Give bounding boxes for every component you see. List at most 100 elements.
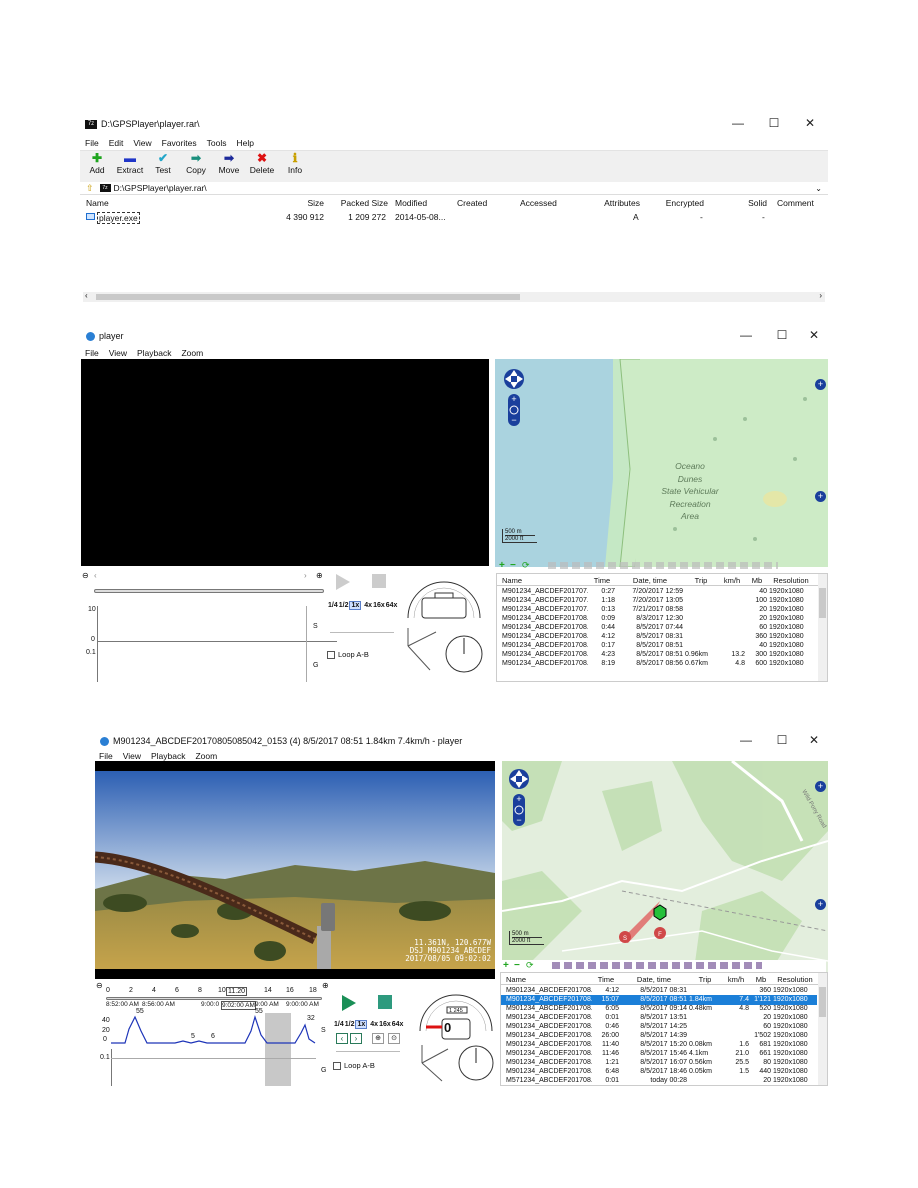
maximize-button[interactable]: ☐: [764, 733, 800, 747]
speed-option[interactable]: 64x: [386, 602, 398, 609]
list-column-header[interactable]: km/h: [719, 576, 745, 585]
speed-option[interactable]: 4x: [364, 602, 372, 609]
loop-ab-checkbox[interactable]: Loop A-B: [333, 1061, 375, 1071]
zoom-search-icon[interactable]: ⊙: [388, 1033, 400, 1044]
volume-slider[interactable]: [336, 1051, 400, 1052]
speed-option[interactable]: 4x: [370, 1021, 378, 1028]
column-header[interactable]: Comment: [777, 198, 825, 208]
path-input[interactable]: D:\GPSPlayer\player.rar\: [114, 183, 207, 193]
toolbar-button[interactable]: ▬ Extract: [114, 152, 146, 176]
toolbar-button[interactable]: ➡ Copy: [180, 152, 212, 176]
position-slider[interactable]: [94, 589, 324, 593]
list-column-header[interactable]: Time: [589, 576, 615, 585]
toolbar-button[interactable]: ℹ Info: [279, 152, 311, 176]
scroll-right-icon[interactable]: ›: [819, 291, 822, 300]
list-item[interactable]: M571234_ABCDEF201708... 0:01 today 00:28 20…: [501, 1076, 817, 1086]
zoom-in-icon[interactable]: ⊕: [316, 571, 323, 580]
map-layer-button-top[interactable]: +: [815, 781, 826, 792]
position-slider[interactable]: [106, 997, 322, 1000]
speed-selector[interactable]: 1/41/2 1x 4x16x64x: [328, 601, 398, 610]
list-column-header[interactable]: Trip: [685, 576, 717, 585]
close-button[interactable]: ✕: [792, 116, 828, 130]
toolbar-button[interactable]: ✔ Test: [147, 152, 179, 176]
stop-button[interactable]: [372, 574, 386, 588]
chevron-down-icon[interactable]: ⌄: [815, 184, 822, 193]
toolbar-button[interactable]: ✚ Add: [81, 152, 113, 176]
file-list[interactable]: Name Time Date, time Trip km/h Mb Resolution M9…: [496, 573, 828, 682]
add-icon[interactable]: +: [499, 560, 505, 571]
menu-item[interactable]: View: [133, 138, 151, 148]
map-pan-control[interactable]: + −: [503, 367, 525, 429]
map-view[interactable]: + − + + Oceano Dunes State Vehicular Rec…: [495, 359, 828, 567]
speed-option[interactable]: 1/2: [345, 1021, 355, 1028]
zoom-out-icon[interactable]: ⊖: [82, 571, 89, 580]
volume-slider[interactable]: [330, 632, 394, 633]
scroll-thumb[interactable]: [819, 987, 826, 1017]
speed-selector[interactable]: 1/41/2 1x 4x16x64x: [334, 1020, 404, 1029]
menu-item[interactable]: View: [109, 348, 127, 358]
minimize-button[interactable]: —: [728, 733, 764, 747]
up-folder-icon[interactable]: ⇧: [86, 183, 94, 194]
remove-icon[interactable]: −: [510, 560, 516, 571]
map-pan-control[interactable]: + −: [508, 767, 530, 829]
list-column-header[interactable]: Name: [502, 576, 588, 585]
speed-option[interactable]: 1/4: [328, 602, 338, 609]
menu-item[interactable]: Tools: [207, 138, 227, 148]
zoom-out-icon[interactable]: ⊖: [96, 981, 103, 990]
speed-option[interactable]: 16x: [379, 1021, 391, 1028]
scroll-left-icon[interactable]: ‹: [85, 291, 88, 300]
speed-option[interactable]: 64x: [392, 1021, 404, 1028]
maximize-button[interactable]: ☐: [756, 116, 792, 130]
speed-option[interactable]: 1/2: [339, 602, 349, 609]
menu-item[interactable]: Favorites: [162, 138, 197, 148]
list-column-header[interactable]: Mb: [747, 576, 767, 585]
menu-item[interactable]: Edit: [109, 138, 124, 148]
list-column-header[interactable]: Trip: [689, 975, 721, 984]
scroll-right-icon[interactable]: ›: [304, 571, 307, 580]
refresh-icon[interactable]: ⟳: [522, 560, 530, 571]
play-button[interactable]: [336, 574, 350, 590]
column-header[interactable]: Attributes: [598, 198, 640, 208]
list-column-header[interactable]: Name: [506, 975, 592, 984]
speed-option[interactable]: 16x: [373, 602, 385, 609]
video-area[interactable]: 11.361N, 120.677W DSJ_M901234_ABCDEF 201…: [95, 761, 495, 979]
list-column-header[interactable]: Resolution: [769, 576, 813, 585]
list-column-header[interactable]: Resolution: [773, 975, 817, 984]
add-icon[interactable]: +: [503, 960, 509, 971]
minimize-button[interactable]: —: [728, 328, 764, 342]
menu-item[interactable]: Zoom: [195, 751, 217, 761]
column-header[interactable]: Accessed: [520, 198, 570, 208]
menu-item[interactable]: Zoom: [181, 348, 203, 358]
remove-icon[interactable]: −: [514, 960, 520, 971]
speed-option[interactable]: 1x: [355, 1020, 368, 1029]
menu-item[interactable]: File: [85, 348, 99, 358]
maximize-button[interactable]: ☐: [764, 328, 800, 342]
horizontal-scrollbar[interactable]: ‹ ›: [83, 291, 825, 302]
file-row[interactable]: player.exe 4 390 912 1 209 272 2014-05-0…: [80, 211, 828, 224]
toolbar-button[interactable]: ✖ Delete: [246, 152, 278, 176]
prev-button[interactable]: ‹: [336, 1033, 348, 1044]
stop-button[interactable]: [378, 995, 392, 1009]
scroll-left-icon[interactable]: ‹: [94, 571, 97, 580]
map-layer-button-top[interactable]: +: [815, 379, 826, 390]
column-header[interactable]: Name: [86, 198, 146, 208]
menu-item[interactable]: Help: [236, 138, 253, 148]
column-header[interactable]: Solid: [745, 198, 767, 208]
list-column-header[interactable]: Date, time: [617, 576, 683, 585]
map-layer-button-bottom[interactable]: +: [815, 491, 826, 502]
video-area[interactable]: [81, 359, 489, 566]
map-layer-button-bottom[interactable]: +: [815, 899, 826, 910]
menu-item[interactable]: Playback: [151, 751, 186, 761]
vertical-scrollbar[interactable]: [818, 973, 827, 1085]
map-view[interactable]: S F Wild Pony Road + − + + 500 m 2000 ft: [502, 761, 828, 985]
play-button[interactable]: [342, 995, 356, 1011]
vertical-scrollbar[interactable]: [818, 574, 827, 681]
list-item[interactable]: M901234_ABCDEF201708... 8:19 8/5/2017 08:5…: [497, 659, 817, 669]
column-header[interactable]: Created: [457, 198, 507, 208]
scroll-thumb[interactable]: [96, 294, 520, 300]
loop-ab-checkbox[interactable]: Loop A-B: [327, 650, 369, 660]
menu-item[interactable]: View: [123, 751, 141, 761]
column-header[interactable]: Encrypted: [660, 198, 704, 208]
speed-option[interactable]: 1x: [349, 601, 362, 610]
speed-option[interactable]: 1/4: [334, 1021, 344, 1028]
